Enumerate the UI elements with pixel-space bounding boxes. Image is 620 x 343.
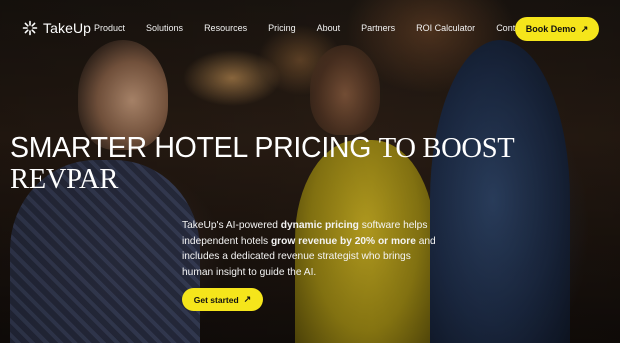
top-navigation: TakeUp Product Solutions Resources Prici… xyxy=(0,0,620,58)
arrow-up-right-icon: ↗ xyxy=(243,294,252,304)
nav-item-product[interactable]: Product xyxy=(94,23,125,33)
desc-highlight-dynamic-pricing: dynamic pricing xyxy=(280,220,359,231)
get-started-label: Get started xyxy=(193,294,239,305)
desc-highlight-grow-revenue: grow revenue by 20% or more xyxy=(270,235,416,247)
arrow-up-right-icon: ↗ xyxy=(580,23,589,34)
brand-logo[interactable]: TakeUp xyxy=(22,20,91,36)
takeup-logo-icon xyxy=(22,20,38,36)
hero-description: TakeUp's AI-powered dynamic pricing soft… xyxy=(182,218,442,280)
desc-text-1: TakeUp's AI-powered xyxy=(182,220,281,231)
hero-headline: SMARTER HOTEL PRICING TO BOOST REVPAR xyxy=(10,133,550,195)
brand-name: TakeUp xyxy=(43,20,92,36)
main-menu: Product Solutions Resources Pricing Abou… xyxy=(94,23,562,33)
nav-item-about[interactable]: About xyxy=(317,23,341,33)
book-demo-button[interactable]: Book Demo ↗ xyxy=(515,17,599,41)
nav-item-roi-calculator[interactable]: ROI Calculator xyxy=(416,23,475,33)
headline-sans-part: SMARTER HOTEL PRICING xyxy=(10,132,372,164)
nav-item-pricing[interactable]: Pricing xyxy=(268,23,296,33)
nav-item-resources[interactable]: Resources xyxy=(204,23,247,33)
get-started-button[interactable]: Get started ↗ xyxy=(182,288,263,311)
book-demo-label: Book Demo xyxy=(525,24,576,34)
nav-item-solutions[interactable]: Solutions xyxy=(146,23,183,33)
nav-item-partners[interactable]: Partners xyxy=(361,23,395,33)
